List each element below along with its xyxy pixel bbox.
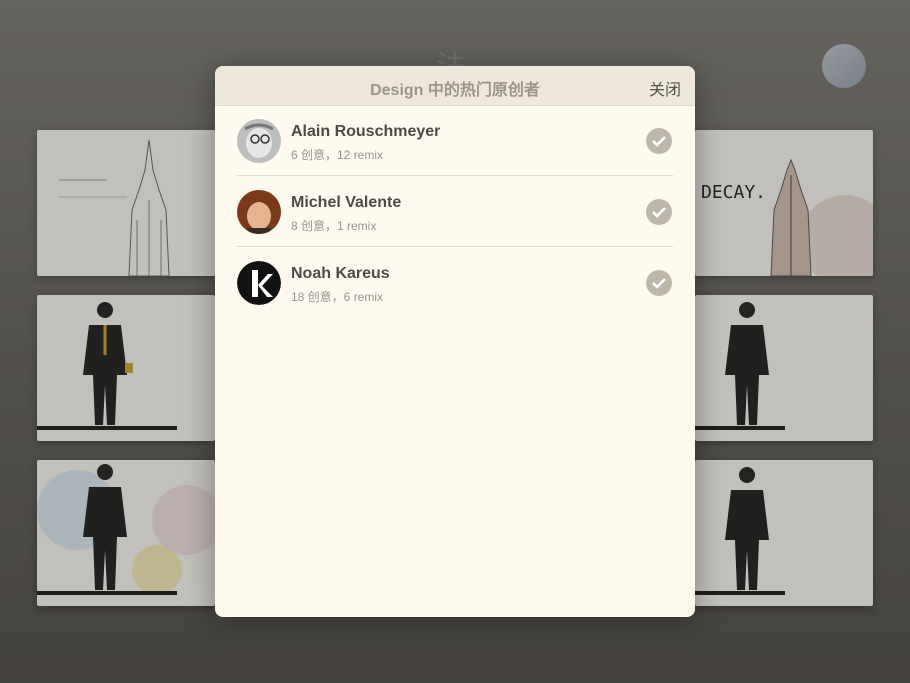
row-divider xyxy=(237,246,673,247)
dialog-header: Design 中的热门原创者 关闭 xyxy=(215,66,695,106)
creator-stats: 8 创意，1 remix xyxy=(291,219,377,233)
follow-toggle[interactable] xyxy=(646,199,672,225)
dialog-title: Design 中的热门原创者 xyxy=(370,82,540,99)
checkmark-icon xyxy=(652,278,666,289)
creator-stats: 6 创意，12 remix xyxy=(291,148,384,162)
creator-row[interactable]: Noah Kareus 18 创意，6 remix xyxy=(215,248,695,319)
creator-name: Alain Rouschmeyer xyxy=(291,123,441,140)
top-creators-dialog: Design 中的热门原创者 关闭 Alain Rouschmeyer 6 创意… xyxy=(215,66,695,617)
row-divider xyxy=(237,175,673,176)
creator-stats: 18 创意，6 remix xyxy=(291,290,384,304)
creator-row[interactable]: Michel Valente 8 创意，1 remix xyxy=(215,177,695,248)
creator-name: Noah Kareus xyxy=(291,265,390,282)
avatar[interactable] xyxy=(237,261,281,305)
creator-name: Michel Valente xyxy=(291,194,402,211)
checkmark-icon xyxy=(652,136,666,147)
follow-toggle[interactable] xyxy=(646,270,672,296)
checkmark-icon xyxy=(652,207,666,218)
follow-toggle[interactable] xyxy=(646,128,672,154)
creator-row[interactable]: Alain Rouschmeyer 6 创意，12 remix xyxy=(215,106,695,177)
k-logo-icon xyxy=(237,261,281,305)
close-button[interactable]: 关闭 xyxy=(649,76,681,100)
avatar[interactable] xyxy=(237,190,281,234)
creator-photo-icon xyxy=(237,119,281,163)
creator-photo-icon xyxy=(237,190,281,234)
avatar[interactable] xyxy=(237,119,281,163)
